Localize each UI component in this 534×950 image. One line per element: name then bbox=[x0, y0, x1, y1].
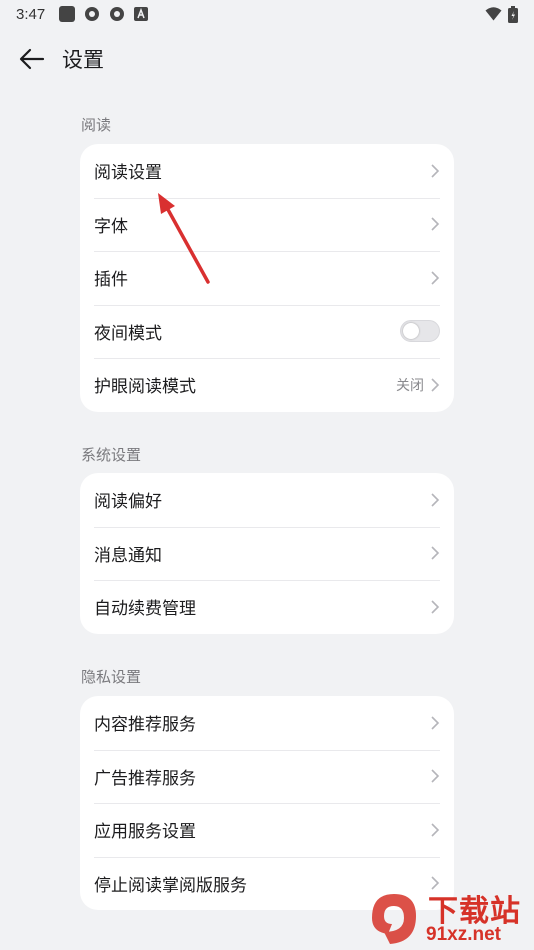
page-title: 设置 bbox=[62, 48, 104, 72]
app-bar: 设置 bbox=[0, 36, 534, 82]
settings-item-label: 停止阅读掌阅版服务 bbox=[94, 875, 247, 896]
settings-item-label: 应用服务设置 bbox=[94, 822, 196, 843]
settings-item-label: 插件 bbox=[94, 270, 128, 291]
chevron-right-icon bbox=[431, 823, 440, 837]
chevron-right-icon bbox=[431, 164, 440, 178]
watermark: 下载站 91xz.net bbox=[356, 880, 534, 950]
chevron-right-icon bbox=[431, 217, 440, 231]
battery-icon bbox=[508, 5, 518, 23]
settings-item-label: 护眼阅读模式 bbox=[94, 377, 196, 398]
chevron-right-icon bbox=[431, 271, 440, 285]
chevron-right-icon bbox=[431, 493, 440, 507]
settings-item-night-mode: 夜间模式 bbox=[80, 304, 454, 359]
eye-care-mode-value: 关闭 bbox=[396, 377, 424, 394]
settings-item-label: 广告推荐服务 bbox=[94, 768, 196, 789]
notification-icons bbox=[59, 6, 149, 22]
settings-item-label: 自动续费管理 bbox=[94, 599, 196, 620]
status-bar: 3:47 bbox=[0, 0, 534, 28]
chevron-right-icon bbox=[431, 378, 440, 392]
watermark-logo-icon bbox=[372, 894, 416, 944]
settings-item-eye-care-mode[interactable]: 护眼阅读模式 关闭 bbox=[80, 358, 454, 412]
reading-settings-card: 阅读设置 字体 插件 夜间模式 护眼阅读模式 关闭 bbox=[80, 144, 454, 412]
settings-item-label: 字体 bbox=[94, 216, 128, 237]
section-title-privacy: 隐私设置 bbox=[81, 668, 142, 686]
chevron-right-icon bbox=[431, 716, 440, 730]
wifi-icon bbox=[485, 7, 502, 21]
status-time: 3:47 bbox=[16, 5, 46, 23]
section-title-reading: 阅读 bbox=[81, 116, 112, 134]
night-mode-toggle[interactable] bbox=[400, 320, 440, 343]
settings-item-font[interactable]: 字体 bbox=[80, 197, 454, 252]
settings-item-app-service[interactable]: 应用服务设置 bbox=[80, 803, 454, 857]
chevron-right-icon bbox=[431, 769, 440, 783]
section-title-system: 系统设置 bbox=[81, 446, 142, 464]
settings-item-label: 内容推荐服务 bbox=[94, 715, 196, 736]
back-button[interactable] bbox=[16, 43, 48, 75]
settings-item-plugins[interactable]: 插件 bbox=[80, 251, 454, 305]
toggle-knob bbox=[403, 323, 419, 340]
system-settings-card: 阅读偏好 消息通知 自动续费管理 bbox=[80, 473, 454, 634]
settings-item-reading-settings[interactable]: 阅读设置 bbox=[80, 144, 454, 198]
chevron-right-icon bbox=[431, 600, 440, 614]
settings-item-label: 消息通知 bbox=[94, 545, 162, 566]
settings-item-content-recommendation[interactable]: 内容推荐服务 bbox=[80, 696, 454, 750]
settings-item-ad-recommendation[interactable]: 广告推荐服务 bbox=[80, 749, 454, 804]
gear-icon bbox=[110, 7, 125, 21]
privacy-settings-card: 内容推荐服务 广告推荐服务 应用服务设置 停止阅读掌阅版服务 bbox=[80, 696, 454, 910]
settings-item-reading-preference[interactable]: 阅读偏好 bbox=[80, 473, 454, 527]
settings-item-label: 夜间模式 bbox=[94, 323, 162, 344]
back-arrow-icon bbox=[19, 48, 45, 70]
settings-item-notifications[interactable]: 消息通知 bbox=[80, 526, 454, 581]
settings-item-auto-renewal[interactable]: 自动续费管理 bbox=[80, 580, 454, 634]
settings-item-label: 阅读偏好 bbox=[94, 492, 162, 513]
app-notification-icon bbox=[59, 6, 76, 22]
chevron-right-icon bbox=[431, 546, 440, 560]
a-icon bbox=[134, 7, 149, 21]
gear-icon bbox=[85, 7, 100, 21]
settings-item-label: 阅读设置 bbox=[94, 163, 162, 184]
system-icons bbox=[485, 5, 518, 23]
watermark-url: 91xz.net bbox=[426, 924, 501, 945]
